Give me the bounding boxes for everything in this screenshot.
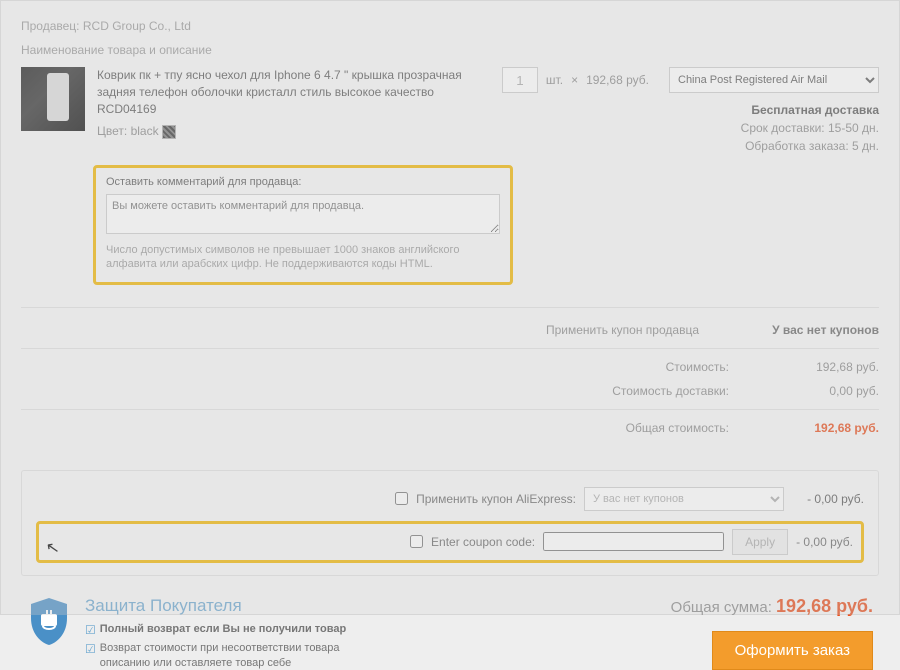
comment-label: Оставить комментарий для продавца: (106, 176, 500, 188)
place-order-button[interactable]: Оформить заказ (712, 631, 873, 670)
times-symbol: × (571, 73, 578, 87)
product-row: Коврик пк + тпу ясно чехол для Iphone 6 … (21, 67, 879, 153)
quantity-block: шт. × 192,68 руб. (502, 67, 649, 93)
aliexpress-coupon-select[interactable]: У вас нет купонов (584, 487, 784, 511)
coupon-code-row: Enter coupon code: Apply - 0,00 руб. (36, 521, 864, 563)
seller-coupon-none: У вас нет купонов (739, 323, 879, 337)
check-icon: ☑ (85, 622, 96, 638)
cursor-icon (44, 537, 61, 559)
protection-line-1: ☑ Полный возврат если Вы не получили тов… (85, 622, 375, 638)
subtotal-label: Общая стоимость: (626, 421, 729, 435)
seller-comment-block: Оставить комментарий для продавца: Число… (93, 165, 513, 285)
free-shipping-label: Бесплатная доставка (661, 103, 879, 117)
product-thumbnail (21, 67, 85, 131)
aliexpress-coupon-checkbox[interactable] (395, 492, 408, 505)
product-title: Коврик пк + тпу ясно чехол для Iphone 6 … (97, 67, 484, 117)
cost-value: 192,68 руб. (769, 360, 879, 374)
order-summary: Применить купон продавца У вас нет купон… (21, 307, 879, 440)
coupon-code-input[interactable] (543, 532, 724, 551)
seller-line: Продавец: RCD Group Co., Ltd (21, 19, 879, 33)
processing-time: Обработка заказа: 5 дн. (661, 139, 879, 153)
comment-textarea[interactable] (106, 194, 500, 234)
cost-label: Стоимость: (666, 360, 729, 374)
quantity-unit: шт. (546, 73, 563, 87)
ship-cost-label: Стоимость доставки: (612, 384, 729, 398)
ship-cost-value: 0,00 руб. (769, 384, 879, 398)
product-color: Цвет: black (97, 123, 484, 140)
apply-coupon-button[interactable]: Apply (732, 529, 788, 555)
shipping-method-select[interactable]: China Post Registered Air Mail (669, 67, 879, 93)
seller-coupon-label: Применить купон продавца (546, 323, 699, 337)
subtotal-value: 192,68 руб. (769, 421, 879, 435)
coupon-code-amount: - 0,00 руб. (796, 535, 853, 549)
coupon-block: Применить купон AliExpress: У вас нет ку… (21, 470, 879, 576)
coupon-code-checkbox[interactable] (410, 535, 423, 548)
coupon-code-label: Enter coupon code: (431, 535, 535, 549)
grand-total-line: Общая сумма: 192,68 руб. (671, 596, 873, 617)
product-description-label: Наименование товара и описание (21, 43, 879, 57)
protection-line-2: ☑ Возврат стоимости при несоответствии т… (85, 641, 375, 670)
protection-title: Защита Покупателя (85, 596, 375, 616)
aliexpress-coupon-label: Применить купон AliExpress: (416, 492, 576, 506)
comment-hint: Число допустимых символов не превышает 1… (106, 243, 500, 272)
color-swatch-icon (162, 125, 176, 139)
shield-icon (27, 596, 71, 646)
quantity-input[interactable] (502, 67, 538, 93)
check-icon: ☑ (85, 641, 96, 657)
delivery-time: Срок доставки: 15-50 дн. (661, 121, 879, 135)
grand-total-value: 192,68 руб. (776, 596, 873, 616)
buyer-protection: Защита Покупателя ☑ Полный возврат если … (27, 596, 375, 670)
unit-price: 192,68 руб. (586, 73, 649, 87)
aliexpress-coupon-amount: - 0,00 руб. (792, 492, 864, 506)
